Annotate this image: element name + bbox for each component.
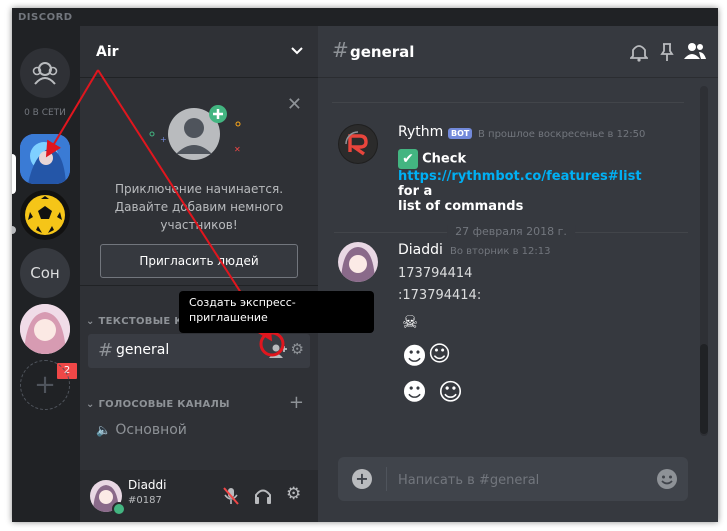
friends-icon: [32, 62, 58, 85]
category-voice-channels[interactable]: ⌄ ГОЛОСОВЫЕ КАНАЛЫ: [86, 399, 230, 410]
member-list-icon[interactable]: [684, 42, 706, 60]
selected-server-indicator: [12, 154, 16, 194]
attach-plus-icon[interactable]: +: [352, 469, 372, 489]
voice-channel-main[interactable]: 🔈 Основной: [96, 422, 187, 438]
invite-description: Приключение начинается. Давайте добавим …: [100, 180, 298, 234]
date-divider-label: 27 февраля 2018 г.: [447, 225, 575, 238]
server-anime-pink[interactable]: [20, 304, 70, 354]
custom-emoji-skull-icon: ☠: [402, 312, 419, 333]
custom-emoji-thumbs-face-icon: ☻: [402, 378, 428, 406]
gear-icon[interactable]: ⚙: [291, 340, 304, 358]
avatar[interactable]: [338, 242, 378, 282]
chevron-down-icon: ⌄: [86, 316, 95, 327]
avatar[interactable]: [338, 124, 378, 164]
message-author[interactable]: Diaddi: [398, 242, 443, 258]
user-tag: #0187: [128, 495, 162, 506]
message-tail-2: list of commands: [398, 199, 524, 214]
diaddi-avatar-image: [338, 242, 378, 282]
emoji-picker-icon[interactable]: [656, 468, 678, 490]
add-user-illustration-icon: + ✕: [149, 105, 241, 160]
message-input[interactable]: [396, 469, 650, 491]
rythm-avatar-image: [339, 125, 377, 163]
server-avatar-image: [20, 304, 70, 354]
bell-icon[interactable]: [630, 42, 648, 62]
close-icon[interactable]: ✕: [287, 94, 302, 115]
message-line-1: 173794414: [398, 266, 473, 281]
online-count: 0 В СЕТИ: [24, 108, 66, 118]
bot-badge: BOT: [448, 128, 473, 139]
hash-icon: #: [98, 340, 114, 361]
home-button[interactable]: [20, 48, 70, 98]
server-ball[interactable]: [20, 190, 70, 240]
pin-icon[interactable]: [660, 42, 674, 62]
svg-text:✕: ✕: [234, 145, 241, 154]
server-rail: 0 В СЕТИ Сон 2 +: [12, 26, 80, 522]
message-author[interactable]: Rythm: [398, 124, 443, 140]
scrollbar-thumb[interactable]: [700, 344, 708, 434]
channel-general[interactable]: # general ⚙: [88, 334, 310, 368]
discord-window: DISCORD 0 В СЕТИ Сон 2 + Air ✕ + ✕ Прикл…: [12, 8, 718, 522]
chevron-down-icon: ⌄: [86, 399, 95, 410]
channel-name: general: [116, 342, 170, 358]
chevron-down-icon: [291, 47, 303, 55]
chat-area: # general Rythm BOT В прошлое воскресень…: [318, 26, 718, 522]
user-panel: Diaddi #0187 ⚙: [80, 470, 318, 522]
guild-name: Air: [96, 44, 119, 60]
history-divider: [332, 102, 684, 103]
invite-people-button[interactable]: Пригласить людей: [100, 244, 298, 278]
speaker-icon: 🔈: [96, 423, 111, 437]
svg-text:+: +: [160, 135, 167, 144]
server-son[interactable]: Сон: [20, 248, 70, 298]
headphones-icon[interactable]: [254, 486, 272, 506]
message-composer: +: [338, 457, 688, 501]
message-content: ✔ Check https://rythmbot.co/features#lis…: [398, 149, 642, 214]
voice-channel-name: Основной: [115, 422, 187, 438]
message-tail-1: for a: [398, 184, 433, 199]
hash-icon: #: [332, 38, 349, 62]
unread-indicator: [12, 226, 16, 234]
check-mark-icon: ✔: [398, 149, 418, 169]
invite-line-3: участников!: [160, 218, 238, 232]
server-avatar-image: [20, 134, 70, 184]
composer-divider: [386, 467, 387, 491]
channel-title: general: [350, 43, 415, 61]
add-channel-plus-icon[interactable]: +: [289, 392, 304, 413]
category-label: ГОЛОСОВЫЕ КАНАЛЫ: [98, 399, 230, 410]
app-brand: DISCORD: [18, 12, 73, 23]
custom-emoji-thumbs-up-icon: ☺: [428, 342, 451, 367]
chat-scrollbar[interactable]: [700, 86, 708, 436]
commands-link[interactable]: https://rythmbot.co/features#list: [398, 169, 642, 184]
channel-header: # general: [318, 26, 718, 78]
server-son-label: Сон: [30, 264, 60, 282]
invite-line-2: Давайте добавим немного: [114, 200, 284, 214]
check-text: Check: [422, 151, 467, 167]
soccer-ball-icon: [20, 190, 70, 240]
user-name: Diaddi: [128, 478, 167, 492]
channel-sidebar: Air ✕ + ✕ Приключение начинается. Давайт…: [80, 26, 318, 522]
custom-emoji-cool-face-icon: ☺: [438, 378, 464, 406]
mute-mic-icon[interactable]: [222, 486, 240, 506]
add-server-button[interactable]: +: [20, 360, 70, 410]
server-anime-blue[interactable]: [20, 134, 70, 184]
status-online-dot: [112, 502, 126, 516]
message-line-2: :173794414:: [398, 288, 482, 303]
user-settings-gear-icon[interactable]: ⚙: [286, 484, 301, 504]
invite-prompt: ✕ + ✕ Приключение начинается. Давайте до…: [80, 80, 318, 286]
create-invite-icon[interactable]: [268, 341, 288, 361]
invite-line-1: Приключение начинается.: [114, 182, 284, 196]
date-divider: 27 февраля 2018 г.: [334, 225, 688, 238]
guild-header[interactable]: Air: [80, 26, 318, 78]
message-timestamp: В прошлое воскресенье в 12:50: [478, 129, 646, 140]
create-invite-tooltip: Создать экспресс-приглашение: [179, 291, 374, 333]
custom-emoji-music-face-icon: ☻: [402, 342, 428, 370]
plus-icon: +: [34, 370, 56, 400]
message-timestamp: Во вторник в 12:13: [450, 246, 551, 257]
